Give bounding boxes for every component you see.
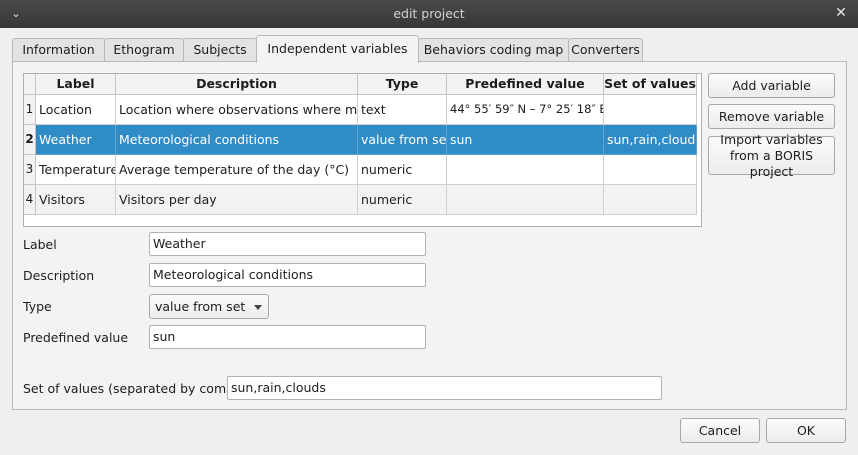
- cell-description[interactable]: Location where observations where made: [116, 95, 358, 125]
- tab-independent-variables[interactable]: Independent variables: [256, 35, 419, 63]
- predefined-value-field-label: Predefined value: [23, 330, 129, 345]
- table-row[interactable]: 1 Location Location where observations w…: [24, 95, 701, 125]
- import-variables-label-line2: from a BORIS project: [729, 147, 814, 179]
- table-row-selected[interactable]: 2 Weather Meteorological conditions valu…: [24, 125, 701, 155]
- row-number[interactable]: 4: [24, 185, 36, 215]
- tab-converters[interactable]: Converters: [568, 38, 643, 62]
- cell-set-of-values[interactable]: [604, 155, 697, 185]
- row-number[interactable]: 3: [24, 155, 36, 185]
- title-bar: ⌄ edit project ✕: [0, 0, 858, 28]
- column-header-type[interactable]: Type: [358, 74, 447, 95]
- cell-predefined-value[interactable]: sun: [447, 125, 604, 155]
- cell-label[interactable]: Visitors: [36, 185, 116, 215]
- tab-information[interactable]: Information: [12, 38, 105, 62]
- chevron-down-icon: [254, 305, 262, 310]
- cell-predefined-value[interactable]: [447, 185, 604, 215]
- column-header-label[interactable]: Label: [36, 74, 116, 95]
- type-select[interactable]: value from set: [149, 294, 269, 319]
- cell-description[interactable]: Average temperature of the day (°C): [116, 155, 358, 185]
- column-header-set-of-values[interactable]: Set of values: [604, 74, 697, 95]
- cell-label[interactable]: Location: [36, 95, 116, 125]
- cell-set-of-values[interactable]: [604, 185, 697, 215]
- column-header-predefined-value[interactable]: Predefined value: [447, 74, 604, 95]
- predefined-value-input[interactable]: sun: [149, 325, 426, 349]
- variables-table[interactable]: Label Description Type Predefined value …: [23, 73, 702, 227]
- cell-description[interactable]: Visitors per day: [116, 185, 358, 215]
- cell-type[interactable]: text: [358, 95, 447, 125]
- cell-type[interactable]: numeric: [358, 155, 447, 185]
- description-field-label: Description: [23, 268, 95, 283]
- cell-set-of-values[interactable]: sun,rain,clouds: [604, 125, 697, 155]
- table-row[interactable]: 3 Temperature Average temperature of the…: [24, 155, 701, 185]
- set-of-values-input[interactable]: sun,rain,clouds: [227, 376, 662, 400]
- cell-set-of-values[interactable]: [604, 95, 697, 125]
- cell-type[interactable]: numeric: [358, 185, 447, 215]
- cell-label[interactable]: Temperature: [36, 155, 116, 185]
- close-window-icon[interactable]: ✕: [833, 5, 849, 21]
- ok-button[interactable]: OK: [766, 418, 846, 443]
- set-of-values-field-label: Set of values (separated by comma): [23, 381, 251, 396]
- cell-type[interactable]: value from set: [358, 125, 447, 155]
- table-row[interactable]: 4 Visitors Visitors per day numeric: [24, 185, 701, 215]
- tab-behaviors-coding-map[interactable]: Behaviors coding map: [418, 38, 569, 62]
- cell-label[interactable]: Weather: [36, 125, 116, 155]
- type-select-value: value from set: [155, 299, 246, 314]
- corner-header: [24, 74, 36, 95]
- cell-description[interactable]: Meteorological conditions: [116, 125, 358, 155]
- column-header-description[interactable]: Description: [116, 74, 358, 95]
- label-field-label: Label: [23, 237, 57, 252]
- tab-subjects[interactable]: Subjects: [183, 38, 257, 62]
- row-number[interactable]: 1: [24, 95, 36, 125]
- import-variables-label-line1: Import variables: [720, 131, 823, 147]
- cancel-button[interactable]: Cancel: [680, 418, 760, 443]
- import-variables-button[interactable]: Import variables from a BORIS project: [708, 132, 835, 179]
- remove-variable-button[interactable]: Remove variable: [708, 104, 835, 129]
- cell-predefined-value[interactable]: [447, 155, 604, 185]
- label-input[interactable]: Weather: [149, 232, 426, 256]
- window-title: edit project: [393, 6, 465, 21]
- add-variable-button[interactable]: Add variable: [708, 73, 835, 98]
- table-header-row: Label Description Type Predefined value …: [24, 74, 701, 95]
- cell-predefined-value[interactable]: 44° 55′ 59″ N – 7° 25′ 18″ E: [447, 95, 604, 125]
- row-number[interactable]: 2: [24, 125, 36, 155]
- type-field-label: Type: [23, 299, 52, 314]
- description-input[interactable]: Meteorological conditions: [149, 263, 426, 287]
- tab-ethogram[interactable]: Ethogram: [104, 38, 184, 62]
